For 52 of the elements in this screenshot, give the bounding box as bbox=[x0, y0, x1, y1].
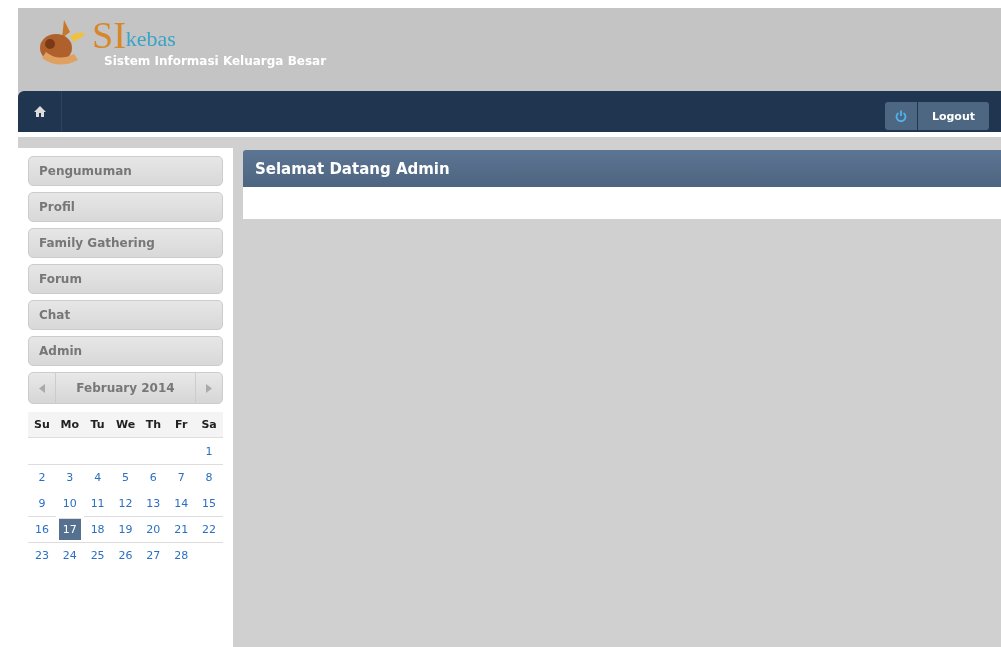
power-button[interactable] bbox=[884, 102, 917, 130]
calendar-day[interactable]: 26 bbox=[111, 542, 140, 568]
calendar-day[interactable]: 18 bbox=[83, 516, 112, 542]
weekday-label: Mo bbox=[55, 412, 84, 438]
logo-initials: SI bbox=[92, 18, 126, 52]
calendar-day[interactable]: 23 bbox=[28, 542, 56, 568]
calendar-day[interactable]: 15 bbox=[195, 490, 223, 516]
calendar-day[interactable]: 21 bbox=[167, 516, 196, 542]
calendar-day[interactable]: 8 bbox=[195, 464, 223, 490]
power-icon bbox=[894, 110, 907, 122]
weekday-label: Sa bbox=[195, 412, 223, 438]
weekday-label: Su bbox=[28, 412, 56, 438]
calendar-day[interactable]: 17 bbox=[58, 518, 81, 540]
calendar-day[interactable]: 1 bbox=[195, 438, 223, 464]
weekday-label: We bbox=[111, 412, 140, 438]
menu-item[interactable]: Forum bbox=[28, 264, 223, 294]
calendar-day[interactable]: 12 bbox=[111, 490, 140, 516]
calendar-day[interactable]: 25 bbox=[83, 542, 112, 568]
calendar-day[interactable]: 19 bbox=[111, 516, 140, 542]
calendar-day[interactable]: 11 bbox=[83, 490, 112, 516]
site-subtitle: Sistem Informasi Keluarga Besar bbox=[104, 54, 327, 68]
calendar-day[interactable]: 4 bbox=[83, 464, 112, 490]
calendar-day[interactable]: 10 bbox=[55, 490, 84, 516]
menu-item[interactable]: Admin bbox=[28, 336, 223, 366]
calendar-day[interactable]: 22 bbox=[195, 516, 223, 542]
weekday-label: Tu bbox=[83, 412, 112, 438]
left-arrow-icon bbox=[39, 383, 45, 393]
weekday-label: Fr bbox=[167, 412, 196, 438]
menu-item[interactable]: Pengumuman bbox=[28, 156, 223, 186]
calendar-day[interactable]: 14 bbox=[167, 490, 196, 516]
menu-item[interactable]: Chat bbox=[28, 300, 223, 330]
calendar-day[interactable]: 27 bbox=[139, 542, 168, 568]
home-icon bbox=[33, 106, 46, 117]
right-arrow-icon bbox=[206, 383, 212, 393]
calendar-day[interactable]: 24 bbox=[55, 542, 84, 568]
calendar-day[interactable]: 3 bbox=[55, 464, 84, 490]
calendar-day[interactable]: 2 bbox=[28, 464, 56, 490]
calendar-day[interactable]: 28 bbox=[167, 542, 196, 568]
weekday-label: Th bbox=[139, 412, 168, 438]
calendar-month: February 2014 bbox=[55, 373, 196, 403]
calendar-day[interactable]: 16 bbox=[28, 516, 56, 542]
menu-item[interactable]: Profil bbox=[28, 192, 223, 222]
calendar-day[interactable]: 5 bbox=[111, 464, 140, 490]
logo-name: kebas bbox=[125, 26, 176, 52]
logout-button[interactable]: Logout bbox=[917, 102, 989, 130]
calendar-day[interactable]: 9 bbox=[28, 490, 56, 516]
calendar-day[interactable]: 6 bbox=[139, 464, 168, 490]
panel-title: Selamat Datang Admin bbox=[243, 150, 1001, 187]
calendar-day[interactable]: 13 bbox=[139, 490, 168, 516]
calendar-day[interactable]: 20 bbox=[139, 516, 168, 542]
calendar-day[interactable]: 7 bbox=[167, 464, 196, 490]
menu-item[interactable]: Family Gathering bbox=[28, 228, 223, 258]
